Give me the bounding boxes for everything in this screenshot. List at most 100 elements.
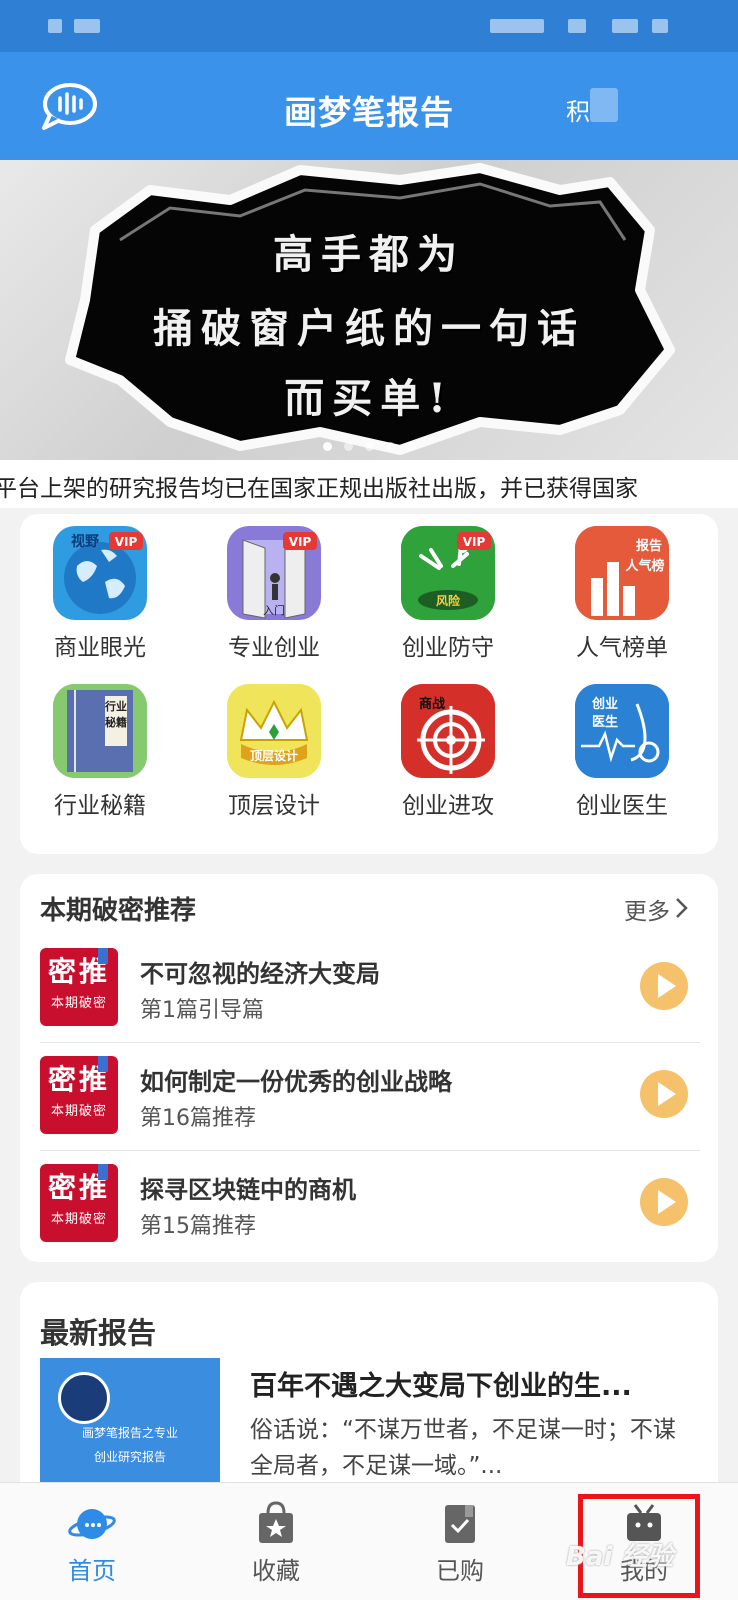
door-vip-icon: VIP 入门 bbox=[227, 526, 321, 620]
svg-text:商战: 商战 bbox=[419, 696, 445, 712]
battery-icon bbox=[612, 19, 638, 33]
divider bbox=[40, 1042, 700, 1043]
points-text[interactable]: 积 bbox=[566, 92, 590, 127]
svg-text:秘籍: 秘籍 bbox=[105, 715, 127, 729]
play-icon[interactable] bbox=[640, 1178, 688, 1226]
chevron-right-icon[interactable] bbox=[674, 896, 690, 920]
svg-text:VIP: VIP bbox=[115, 535, 138, 549]
thumb-line-2: 创业研究报告 bbox=[93, 1450, 166, 1464]
category-label: 创业医生 bbox=[576, 793, 668, 819]
purchased-icon bbox=[445, 1505, 475, 1543]
svg-text:人气榜: 人气榜 bbox=[625, 558, 664, 574]
category-top-design[interactable]: 顶层设计 顶层设计 bbox=[194, 684, 354, 820]
category-label: 创业进攻 bbox=[402, 793, 494, 819]
latest-reports-section: 最新报告 画梦笔报告之专业 创业研究报告 百年不遇之大变局下创业的生... 俗话… bbox=[20, 1282, 718, 1492]
recommendation-section: 本期破密推荐 更多 密推 本期破密 不可忽视的经济大变局 第1篇引导篇 密推 本… bbox=[20, 874, 718, 1262]
risk-vip-icon: 风险 VIP bbox=[401, 526, 495, 620]
status-bar bbox=[0, 0, 738, 52]
category-business-vision[interactable]: VIP 视野 商业眼光 bbox=[20, 526, 180, 662]
recommend-title: 如何制定一份优秀的创业战略 bbox=[140, 1068, 452, 1096]
category-label: 行业秘籍 bbox=[54, 793, 146, 819]
recommend-title: 不可忽视的经济大变局 bbox=[140, 960, 380, 988]
category-grid: VIP 视野 商业眼光 VIP 入门 专业创业 风险 VIP 创业防守 报告 人… bbox=[20, 514, 718, 854]
tab-purchased[interactable]: 已购 bbox=[368, 1483, 552, 1600]
ranking-icon: 报告 人气榜 bbox=[575, 526, 669, 620]
tab-label: 收藏 bbox=[252, 1557, 300, 1585]
notice-marquee[interactable]: 平台上架的研究报告均已在国家正规出版社出版，并已获得国家 bbox=[0, 460, 738, 508]
thumb-line-1: 画梦笔报告之专业 bbox=[81, 1426, 178, 1440]
section-title: 最新报告 bbox=[40, 1316, 157, 1350]
banner-pagination bbox=[0, 436, 738, 455]
recommend-item[interactable]: 密推 本期破密 探寻区块链中的商机 第15篇推荐 bbox=[20, 1164, 718, 1274]
thumb-caption: 本期破密 bbox=[50, 1104, 107, 1119]
app-title: 画梦笔报告 bbox=[284, 93, 454, 132]
emblem-icon bbox=[58, 1372, 110, 1424]
bookmark-icon bbox=[98, 1056, 108, 1072]
book-icon: 行业 秘籍 bbox=[53, 684, 147, 778]
secret-badge-thumbnail: 密推 本期破密 bbox=[40, 1056, 118, 1134]
category-startup-defense[interactable]: 风险 VIP 创业防守 bbox=[368, 526, 528, 662]
time-text bbox=[652, 19, 668, 33]
signal-icon bbox=[490, 19, 544, 33]
category-professional-startup[interactable]: VIP 入门 专业创业 bbox=[194, 526, 354, 662]
divider bbox=[40, 1150, 700, 1151]
category-label: 专业创业 bbox=[228, 635, 320, 661]
thumb-caption: 本期破密 bbox=[50, 996, 107, 1011]
svg-text:医生: 医生 bbox=[592, 714, 618, 730]
bookmark-icon bbox=[98, 1164, 108, 1180]
pagination-dot[interactable] bbox=[343, 442, 353, 451]
category-label: 商业眼光 bbox=[54, 635, 146, 661]
wifi-icon bbox=[568, 19, 586, 33]
pagination-dot[interactable] bbox=[364, 442, 374, 451]
secret-badge-thumbnail: 密推 本期破密 bbox=[40, 1164, 118, 1242]
target-icon: 商战 bbox=[401, 684, 495, 778]
pagination-dot[interactable] bbox=[406, 442, 416, 451]
banner-line-2: 捅破窗户纸的一句话 bbox=[153, 305, 585, 352]
play-icon[interactable] bbox=[640, 962, 688, 1010]
svg-text:创业: 创业 bbox=[591, 696, 618, 712]
category-startup-doctor[interactable]: 创业 医生 创业医生 bbox=[542, 684, 702, 820]
secret-badge-thumbnail: 密推 本期破密 bbox=[40, 948, 118, 1026]
tab-label: 已购 bbox=[436, 1557, 484, 1585]
recommend-title: 探寻区块链中的商机 bbox=[140, 1176, 356, 1204]
category-startup-attack[interactable]: 商战 创业进攻 bbox=[368, 684, 528, 820]
pagination-dot[interactable] bbox=[322, 442, 332, 451]
home-planet-icon bbox=[68, 1509, 116, 1539]
report-thumbnail[interactable]: 画梦笔报告之专业 创业研究报告 bbox=[40, 1358, 220, 1492]
stethoscope-icon: 创业 医生 bbox=[575, 684, 669, 778]
tab-home[interactable]: 首页 bbox=[0, 1483, 184, 1600]
category-label: 创业防守 bbox=[402, 635, 494, 661]
svg-text:VIP: VIP bbox=[289, 535, 312, 549]
points-value-blur bbox=[590, 88, 618, 122]
svg-text:行业: 行业 bbox=[104, 699, 127, 713]
play-icon[interactable] bbox=[640, 1070, 688, 1118]
tab-favorites[interactable]: 收藏 bbox=[184, 1483, 368, 1600]
tab-label: 首页 bbox=[68, 1557, 116, 1585]
recommend-subtitle: 第16篇推荐 bbox=[140, 1106, 256, 1131]
crown-icon: 顶层设计 bbox=[227, 684, 321, 778]
report-description: 俗话说：“不谋万世者，不足谋一时；不谋全局者，不足谋一域。”... bbox=[250, 1417, 676, 1479]
svg-text:入门: 入门 bbox=[263, 603, 285, 617]
thumb-caption: 本期破密 bbox=[50, 1212, 107, 1227]
svg-text:VIP: VIP bbox=[463, 535, 486, 549]
favorites-bag-icon bbox=[259, 1501, 293, 1543]
category-label: 顶层设计 bbox=[228, 793, 320, 819]
status-icon bbox=[48, 19, 62, 33]
category-label: 人气榜单 bbox=[576, 635, 668, 661]
svg-text:视野: 视野 bbox=[71, 533, 99, 550]
section-title: 本期破密推荐 bbox=[40, 896, 197, 926]
recommend-subtitle: 第1篇引导篇 bbox=[140, 998, 264, 1023]
notice-text: 平台上架的研究报告均已在国家正规出版社出版，并已获得国家 bbox=[0, 476, 638, 502]
more-link[interactable]: 更多 bbox=[624, 892, 670, 926]
report-title[interactable]: 百年不遇之大变局下创业的生... bbox=[250, 1364, 690, 1403]
svg-text:风险: 风险 bbox=[436, 593, 461, 608]
banner-line-1: 高手都为 bbox=[273, 231, 465, 278]
pagination-dot[interactable] bbox=[385, 442, 395, 451]
svg-text:顶层设计: 顶层设计 bbox=[250, 748, 298, 763]
category-popularity-ranking[interactable]: 报告 人气榜 人气榜单 bbox=[542, 526, 702, 662]
promo-banner[interactable]: 高手都为 捅破窗户纸的一句话 而买单! bbox=[0, 160, 738, 460]
category-industry-secrets[interactable]: 行业 秘籍 行业秘籍 bbox=[20, 684, 180, 820]
svg-text:报告: 报告 bbox=[636, 538, 662, 554]
globe-vip-icon: VIP 视野 bbox=[53, 526, 147, 620]
bookmark-icon bbox=[98, 948, 108, 964]
